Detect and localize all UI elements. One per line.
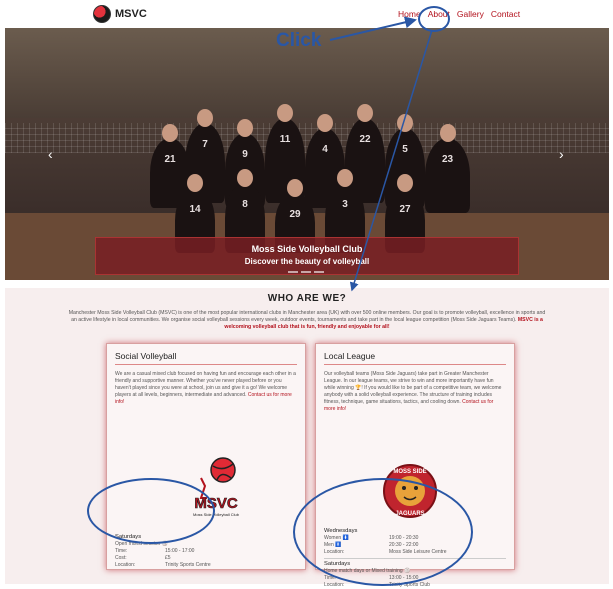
player-head — [237, 119, 253, 137]
page: MSVC Home About Gallery Contact 21 7 9 11 4 2… — [0, 0, 613, 588]
nav-links: Home About Gallery Contact — [398, 9, 520, 19]
player-head — [187, 174, 203, 192]
jersey-number: 27 — [399, 204, 411, 215]
player-head — [277, 104, 293, 122]
player-head — [197, 109, 213, 127]
player-head — [162, 124, 178, 142]
schedule-key: Cost: — [115, 555, 127, 561]
jersey-number: 14 — [189, 204, 201, 215]
nav-link-contact[interactable]: Contact — [491, 9, 520, 19]
hero-caption-title: Moss Side Volleyball Club — [251, 244, 363, 254]
social-card-text: We are a casual mixed club focused on ha… — [115, 371, 297, 406]
carousel-indicator[interactable] — [288, 271, 298, 273]
team-photo: 21 7 9 11 4 22 5 23 14 8 29 3 27 — [145, 83, 475, 253]
league-schedule-highlight-ring — [293, 478, 473, 586]
nav-link-gallery[interactable]: Gallery — [457, 9, 484, 19]
player-head — [337, 169, 353, 187]
brand-logo[interactable]: MSVC — [93, 5, 147, 23]
divider — [324, 364, 506, 365]
league-card-text: Our volleyball teams (Moss Side Jaguars)… — [324, 371, 506, 413]
schedule-value: £5 — [165, 555, 171, 561]
social-card-title: Social Volleyball — [115, 351, 177, 361]
jersey-number: 22 — [359, 134, 371, 145]
schedule-key: Time: — [115, 548, 128, 554]
jersey-number: 7 — [202, 139, 208, 150]
about-intro-text: Manchester Moss Side Volleyball Club (MS… — [68, 310, 546, 323]
about-intro: Manchester Moss Side Volleyball Club (MS… — [67, 310, 547, 331]
carousel-indicator[interactable] — [301, 271, 311, 273]
team-player: 23 — [425, 124, 470, 213]
jersey-number: 4 — [322, 144, 328, 155]
player-head — [317, 114, 333, 132]
badge-top-text: MOSS SIDE — [393, 469, 426, 475]
brand-name: MSVC — [115, 8, 147, 20]
player-head — [397, 174, 413, 192]
jersey-number: 9 — [242, 149, 248, 160]
volleyball-logo-icon — [93, 5, 111, 23]
schedule-row: Time: 15:00 - 17:00 — [115, 548, 297, 555]
player-head — [397, 114, 413, 132]
carousel-prev-icon[interactable]: ‹ — [48, 146, 53, 162]
player-head — [287, 179, 303, 197]
player-head — [357, 104, 373, 122]
click-annotation-label: Click — [276, 30, 322, 51]
schedule-key: Location: — [115, 562, 136, 568]
jersey-number: 8 — [242, 199, 248, 210]
carousel-next-icon[interactable]: › — [559, 146, 564, 162]
divider — [115, 364, 297, 365]
hero-caption: Moss Side Volleyball Club Discover the b… — [95, 237, 519, 275]
carousel-indicator[interactable] — [314, 271, 324, 273]
jersey-number: 5 — [402, 144, 408, 155]
carousel-indicators — [288, 271, 324, 273]
jersey-number: 29 — [289, 209, 301, 220]
about-highlight-ring — [418, 6, 450, 32]
jersey-number: 3 — [342, 199, 348, 210]
jersey-number: 23 — [441, 154, 454, 165]
about-heading: WHO ARE WE? — [267, 293, 347, 304]
social-schedule-highlight-ring — [87, 478, 215, 544]
player-head — [439, 124, 456, 142]
player-head — [237, 169, 253, 187]
schedule-value: 15:00 - 17:00 — [165, 548, 195, 554]
schedule-value: Trinity Sports Centre — [165, 562, 211, 568]
hero-caption-subtitle: Discover the beauty of volleyball — [244, 257, 370, 266]
schedule-row: Location: Trinity Sports Centre — [115, 562, 297, 569]
jersey-number: 21 — [164, 154, 176, 165]
navbar: MSVC Home About Gallery Contact — [0, 0, 613, 28]
schedule-row: Cost: £5 — [115, 555, 297, 562]
league-card-title: Local League — [324, 351, 376, 361]
jersey-number: 11 — [279, 134, 291, 145]
